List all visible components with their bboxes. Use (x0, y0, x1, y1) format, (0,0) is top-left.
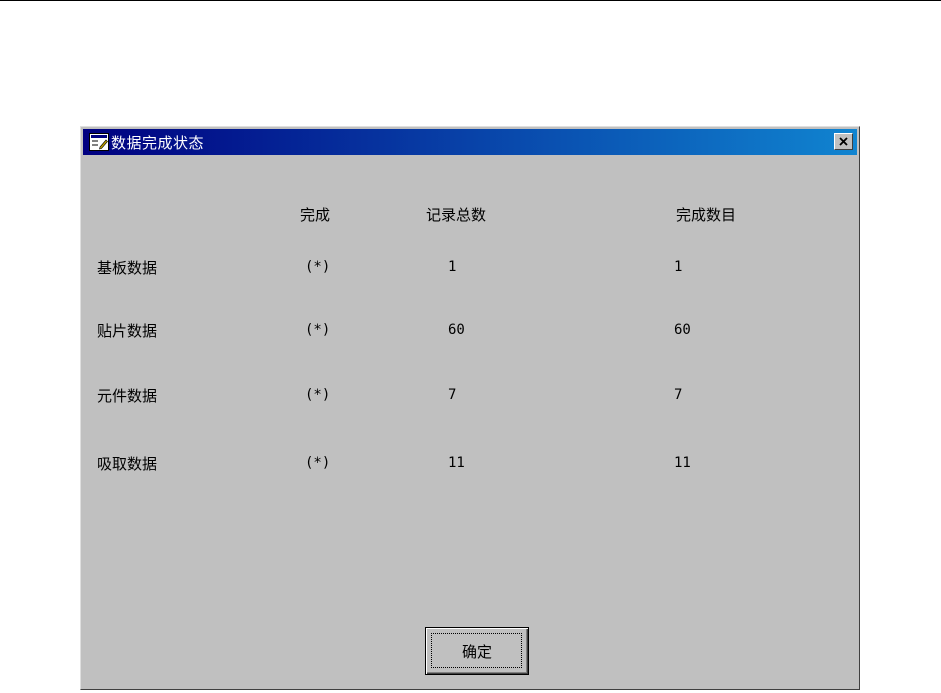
data-status-dialog: 数据完成状态 完成 记录总数 完成数目 基板数据 (*) 1 1 贴片数据 (*… (80, 126, 860, 690)
ok-button[interactable]: 确定 (425, 627, 529, 675)
row-done-pickup: (*) (305, 455, 331, 471)
row-completed-substrate: 1 (674, 259, 683, 275)
row-label-placement: 贴片数据 (97, 322, 158, 340)
row-total-placement: 60 (448, 322, 465, 338)
row-done-placement: (*) (305, 322, 331, 338)
row-total-substrate: 1 (448, 259, 457, 275)
dialog-app-icon (89, 133, 109, 151)
header-done: 完成 (300, 206, 331, 224)
row-total-component: 7 (448, 387, 457, 403)
row-completed-placement: 60 (674, 322, 691, 338)
ok-button-label: 确定 (461, 642, 492, 661)
row-completed-pickup: 11 (674, 455, 691, 471)
page-top-rule (0, 0, 941, 1)
row-label-substrate: 基板数据 (97, 259, 158, 277)
dialog-titlebar[interactable]: 数据完成状态 (83, 129, 857, 155)
header-total: 记录总数 (426, 206, 487, 224)
close-button[interactable] (834, 133, 853, 150)
header-completed: 完成数目 (676, 206, 737, 224)
row-done-substrate: (*) (305, 259, 331, 275)
row-done-component: (*) (305, 387, 331, 403)
row-label-component: 元件数据 (97, 387, 158, 405)
dialog-title: 数据完成状态 (111, 133, 205, 152)
row-label-pickup: 吸取数据 (97, 455, 158, 473)
row-completed-component: 7 (674, 387, 683, 403)
row-total-pickup: 11 (448, 455, 465, 471)
close-icon (839, 137, 848, 146)
